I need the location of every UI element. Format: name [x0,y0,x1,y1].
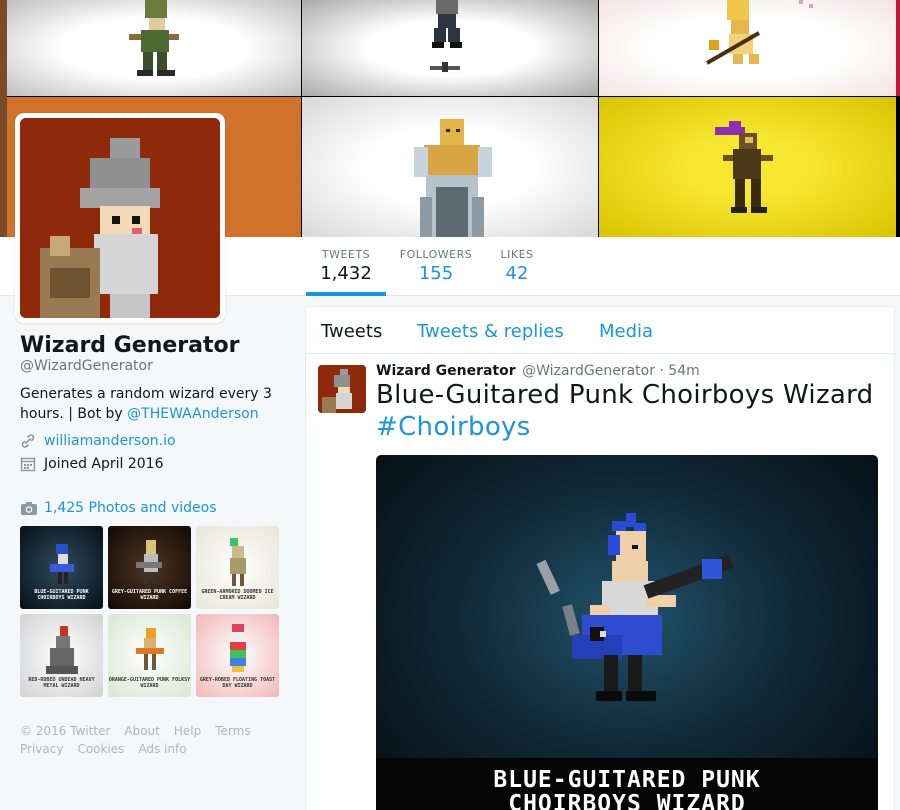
tab-tweets[interactable]: Tweets [321,321,382,342]
profile-bio: Generates a random wizard every 3 hours.… [20,384,290,424]
thumbnail-caption: GREEN-ARMORED DOOMED ICE CREAM WIZARD [201,589,274,601]
tweet-header: Wizard Generator @WizardGenerator · 54m [376,363,700,379]
profile-url[interactable]: williamanderson.io [44,433,176,449]
footer-copyright: © 2016 Twitter [20,724,111,738]
photo-thumbnail[interactable]: RED-ROBED UNDEAD HEAVY METAL WIZARD [20,614,103,697]
profile-url-row[interactable]: williamanderson.io [20,433,176,449]
footer-ads-info-link[interactable]: Ads info [138,742,186,756]
tweet-hashtag-link[interactable]: #Choirboys [376,411,891,443]
tab-tweets-and-replies[interactable]: Tweets & replies [417,321,564,342]
bio-mention-link[interactable]: @THEWAAnderson [127,406,258,422]
photo-thumbnail[interactable]: ORANGE-GUITARED PUNK FOLKSY WIZARD [108,614,191,697]
thumbnail-caption: ORANGE-GUITARED PUNK FOLKSY WIZARD [108,677,191,689]
footer-help-link[interactable]: Help [174,724,201,738]
thumbnail-caption: RED-ROBED UNDEAD HEAVY METAL WIZARD [28,677,95,689]
footer-cookies-link[interactable]: Cookies [77,742,124,756]
profile-name[interactable]: Wizard Generator [20,333,239,358]
photo-thumbnail[interactable]: GREY-ROBED FLOATING TOAST DAY WIZARD [196,614,279,697]
stat-likes[interactable]: LIKES 42 [492,248,542,284]
profile-avatar[interactable] [15,113,225,323]
footer-terms-link[interactable]: Terms [215,724,250,738]
camera-icon [20,500,37,516]
photo-thumbnail[interactable]: GREEN-ARMORED DOOMED ICE CREAM WIZARD [196,526,279,609]
header-wizard-blonde [599,0,896,96]
photo-thumbnail[interactable]: GREY-GUITARED PUNK COFFEE WIZARD [108,526,191,609]
header-wizard-muscle [302,97,598,237]
tweet-author-handle-time[interactable]: @WizardGenerator · 54m [522,363,700,379]
stat-likes-value: 42 [505,263,529,284]
thumbnail-caption: GREY-ROBED FLOATING TOAST DAY WIZARD [199,677,276,689]
media-caption-line2: CHOIRBOYS WIZARD [508,791,746,810]
stat-followers-value: 155 [418,263,454,284]
profile-joined: Joined April 2016 [44,456,164,472]
stat-followers-label: FOLLOWERS [399,248,473,261]
media-caption-line1: BLUE-GUITARED PUNK [493,767,761,793]
timeline-tabs: Tweets Tweets & replies Media [306,307,894,354]
photo-thumbnail[interactable]: BLUE-GUITARED PUNK CHOIRBOYS WIZARD [20,526,103,609]
footer-privacy-link[interactable]: Privacy [20,742,63,756]
thumbnail-caption: GREY-GUITARED PUNK COFFEE WIZARD [111,589,188,601]
thumbnail-caption: BLUE-GUITARED PUNK CHOIRBOYS WIZARD [34,589,89,601]
stat-tweets-value: 1,432 [320,263,372,284]
avatar-image [20,118,220,318]
profile-joined-row: Joined April 2016 [20,456,164,472]
tweet-media-image[interactable]: BLUE-GUITARED PUNK CHOIRBOYS WIZARD [376,455,878,810]
tweet-author-avatar[interactable] [318,365,366,413]
footer-about-link[interactable]: About [124,724,159,738]
tweet-text: Blue-Guitared Punk Choirboys Wizard #Cho… [376,379,891,443]
profile-handle[interactable]: @WizardGenerator [20,358,153,374]
header-edge-strip [0,0,7,237]
header-wizard-grey [302,0,598,96]
header-wizard-green [7,0,301,96]
stat-tweets-label: TWEETS [321,248,371,261]
photos-videos-link[interactable]: 1,425 Photos and videos [44,500,217,516]
site-footer: © 2016 Twitter About Help Terms Privacy Cook… [20,722,290,758]
stat-tweets[interactable]: TWEETS 1,432 [306,237,386,296]
tweet-timeline: Tweets Tweets & replies Media Wizard Gen… [305,306,895,810]
header-wizard-purple [599,97,896,237]
tweet-author-name[interactable]: Wizard Generator [376,363,516,379]
calendar-icon [20,456,36,472]
media-caption: BLUE-GUITARED PUNK CHOIRBOYS WIZARD [376,758,878,810]
stat-followers[interactable]: FOLLOWERS 155 [396,248,476,284]
link-icon [20,433,36,449]
stat-likes-label: LIKES [500,248,534,261]
photo-thumbnails-grid: BLUE-GUITARED PUNK CHOIRBOYS WIZARD GREY… [20,526,280,697]
tab-media[interactable]: Media [599,321,653,342]
tweet-body: Blue-Guitared Punk Choirboys Wizard [376,380,874,410]
photos-videos-row[interactable]: 1,425 Photos and videos [20,500,217,516]
header-edge-red [896,0,900,96]
